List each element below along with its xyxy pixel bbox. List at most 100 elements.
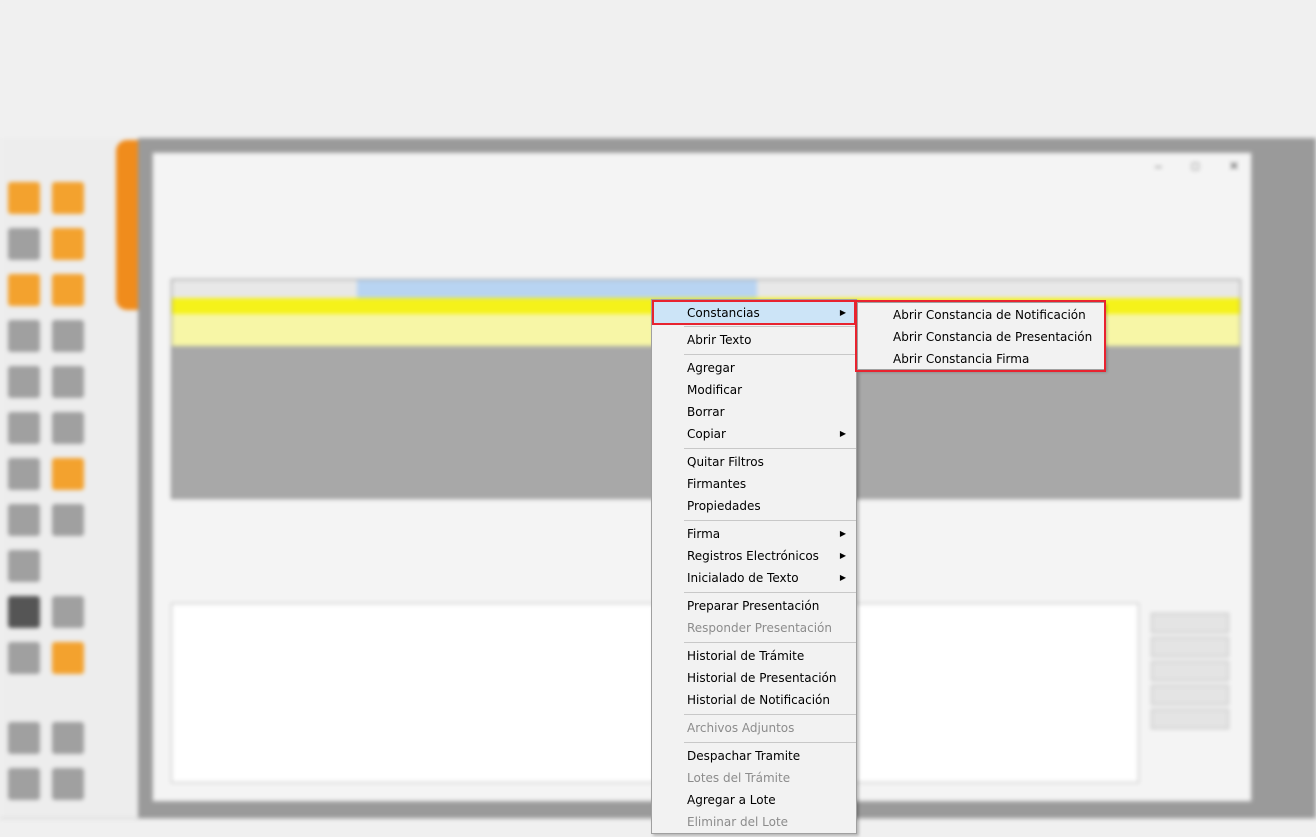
menu-item-firmantes[interactable]: Firmantes [654, 473, 854, 495]
submenu-item-abrir-constancia-notificacion[interactable]: Abrir Constancia de Notificación [860, 304, 1102, 326]
window-controls: – □ ✕ [1155, 159, 1239, 173]
toolbar-icon [8, 320, 40, 352]
toolbar-icon [52, 412, 84, 444]
menu-separator [684, 714, 856, 715]
menu-separator [684, 742, 856, 743]
menu-item-label: Copiar [687, 427, 726, 441]
menu-item-label: Agregar [687, 361, 735, 375]
menu-item-label: Quitar Filtros [687, 455, 764, 469]
toolbar-icon [8, 504, 40, 536]
menu-separator [684, 354, 856, 355]
menu-separator [684, 642, 856, 643]
menu-item-label: Firmantes [687, 477, 747, 491]
submenu-arrow-icon: ▶ [839, 308, 846, 317]
grid-header [172, 280, 1240, 298]
toolbar-icon [52, 320, 84, 352]
menu-item-label: Borrar [687, 405, 725, 419]
menu-item-copiar[interactable]: Copiar ▶ [654, 423, 854, 445]
menu-item-abrir-texto[interactable]: Abrir Texto [654, 329, 854, 351]
menu-item-historial-de-notificacion[interactable]: Historial de Notificación [654, 689, 854, 711]
toolbar-icon [8, 274, 40, 306]
menu-item-archivos-adjuntos: Archivos Adjuntos [654, 717, 854, 739]
menu-item-label: Inicialado de Texto [687, 571, 799, 585]
menu-item-label: Historial de Presentación [687, 671, 837, 685]
menu-item-quitar-filtros[interactable]: Quitar Filtros [654, 451, 854, 473]
menu-item-label: Preparar Presentación [687, 599, 820, 613]
menu-separator [684, 448, 856, 449]
context-menu: Constancias ▶ Abrir Texto Agregar Modifi… [651, 299, 857, 834]
menu-item-label: Firma [687, 527, 721, 541]
submenu-item-label: Abrir Constancia de Presentación [893, 330, 1093, 344]
menu-item-label: Lotes del Trámite [687, 771, 791, 785]
toolbar-icon [8, 550, 40, 582]
toolbar-icon [8, 366, 40, 398]
toolbar-icon [52, 274, 84, 306]
menu-item-registros-electronicos[interactable]: Registros Electrónicos ▶ [654, 545, 854, 567]
toolbar-icon [8, 768, 40, 800]
menu-item-label: Propiedades [687, 499, 761, 513]
menu-item-inicialado-de-texto[interactable]: Inicialado de Texto ▶ [654, 567, 854, 589]
menu-item-modificar[interactable]: Modificar [654, 379, 854, 401]
menu-item-label: Historial de Notificación [687, 693, 830, 707]
constancias-submenu: Abrir Constancia de Notificación Abrir C… [857, 302, 1105, 370]
side-button [1151, 685, 1229, 705]
menu-item-agregar-a-lote[interactable]: Agregar a Lote [654, 789, 854, 811]
menu-item-agregar[interactable]: Agregar [654, 357, 854, 379]
toolbar-icon [52, 366, 84, 398]
toolbar-icon [8, 182, 40, 214]
submenu-arrow-icon: ▶ [839, 529, 846, 538]
toolbar-icon [8, 458, 40, 490]
menu-item-label: Modificar [687, 383, 743, 397]
filter-bar [173, 193, 893, 223]
menu-separator [684, 326, 856, 327]
case-info-panel [0, 22, 1316, 138]
submenu-item-label: Abrir Constancia de Notificación [893, 308, 1086, 322]
side-button [1151, 661, 1229, 681]
menu-item-label: Despachar Tramite [687, 749, 801, 763]
toolbar-icon [52, 182, 84, 214]
menu-item-label: Historial de Trámite [687, 649, 805, 663]
menu-item-label: Responder Presentación [687, 621, 833, 635]
menu-item-preparar-presentacion[interactable]: Preparar Presentación [654, 595, 854, 617]
toolbar-icon [52, 228, 84, 260]
menu-item-label: Constancias [687, 306, 760, 320]
toolbar-icon [8, 642, 40, 674]
menu-item-eliminar-del-lote: Eliminar del Lote [654, 811, 854, 833]
toolbar-icon [8, 596, 40, 628]
menu-item-propiedades[interactable]: Propiedades [654, 495, 854, 517]
side-tab [116, 140, 138, 310]
side-button [1151, 637, 1229, 657]
toolbar-icon [52, 596, 84, 628]
toolbar-icon [52, 504, 84, 536]
toolbar-icon [52, 722, 84, 754]
menu-separator [684, 520, 856, 521]
toolbar-icon [52, 768, 84, 800]
toolbar-icon [52, 458, 84, 490]
toolbar-icon [8, 412, 40, 444]
menu-item-historial-de-tramite[interactable]: Historial de Trámite [654, 645, 854, 667]
toolbar-icon [8, 722, 40, 754]
menu-item-despachar-tramite[interactable]: Despachar Tramite [654, 745, 854, 767]
submenu-item-abrir-constancia-firma[interactable]: Abrir Constancia Firma [860, 348, 1102, 370]
menu-item-historial-de-presentacion[interactable]: Historial de Presentación [654, 667, 854, 689]
submenu-arrow-icon: ▶ [839, 573, 846, 582]
side-button [1151, 613, 1229, 633]
submenu-item-label: Abrir Constancia Firma [893, 352, 1030, 366]
menu-separator [684, 592, 856, 593]
menu-item-constancias[interactable]: Constancias ▶ [654, 302, 854, 324]
menu-item-label: Abrir Texto [687, 333, 752, 347]
menu-item-borrar[interactable]: Borrar [654, 401, 854, 423]
submenu-arrow-icon: ▶ [839, 429, 846, 438]
toolbar-icon [8, 228, 40, 260]
menu-bar [0, 0, 1316, 22]
menu-item-label: Registros Electrónicos [687, 549, 819, 563]
menu-item-label: Archivos Adjuntos [687, 721, 795, 735]
menu-item-label: Agregar a Lote [687, 793, 776, 807]
menu-item-firma[interactable]: Firma ▶ [654, 523, 854, 545]
menu-item-label: Eliminar del Lote [687, 815, 789, 829]
submenu-item-abrir-constancia-presentacion[interactable]: Abrir Constancia de Presentación [860, 326, 1102, 348]
submenu-arrow-icon: ▶ [839, 551, 846, 560]
side-button [1151, 709, 1229, 729]
menu-item-lotes-del-tramite: Lotes del Trámite [654, 767, 854, 789]
toolbar-icon [52, 642, 84, 674]
